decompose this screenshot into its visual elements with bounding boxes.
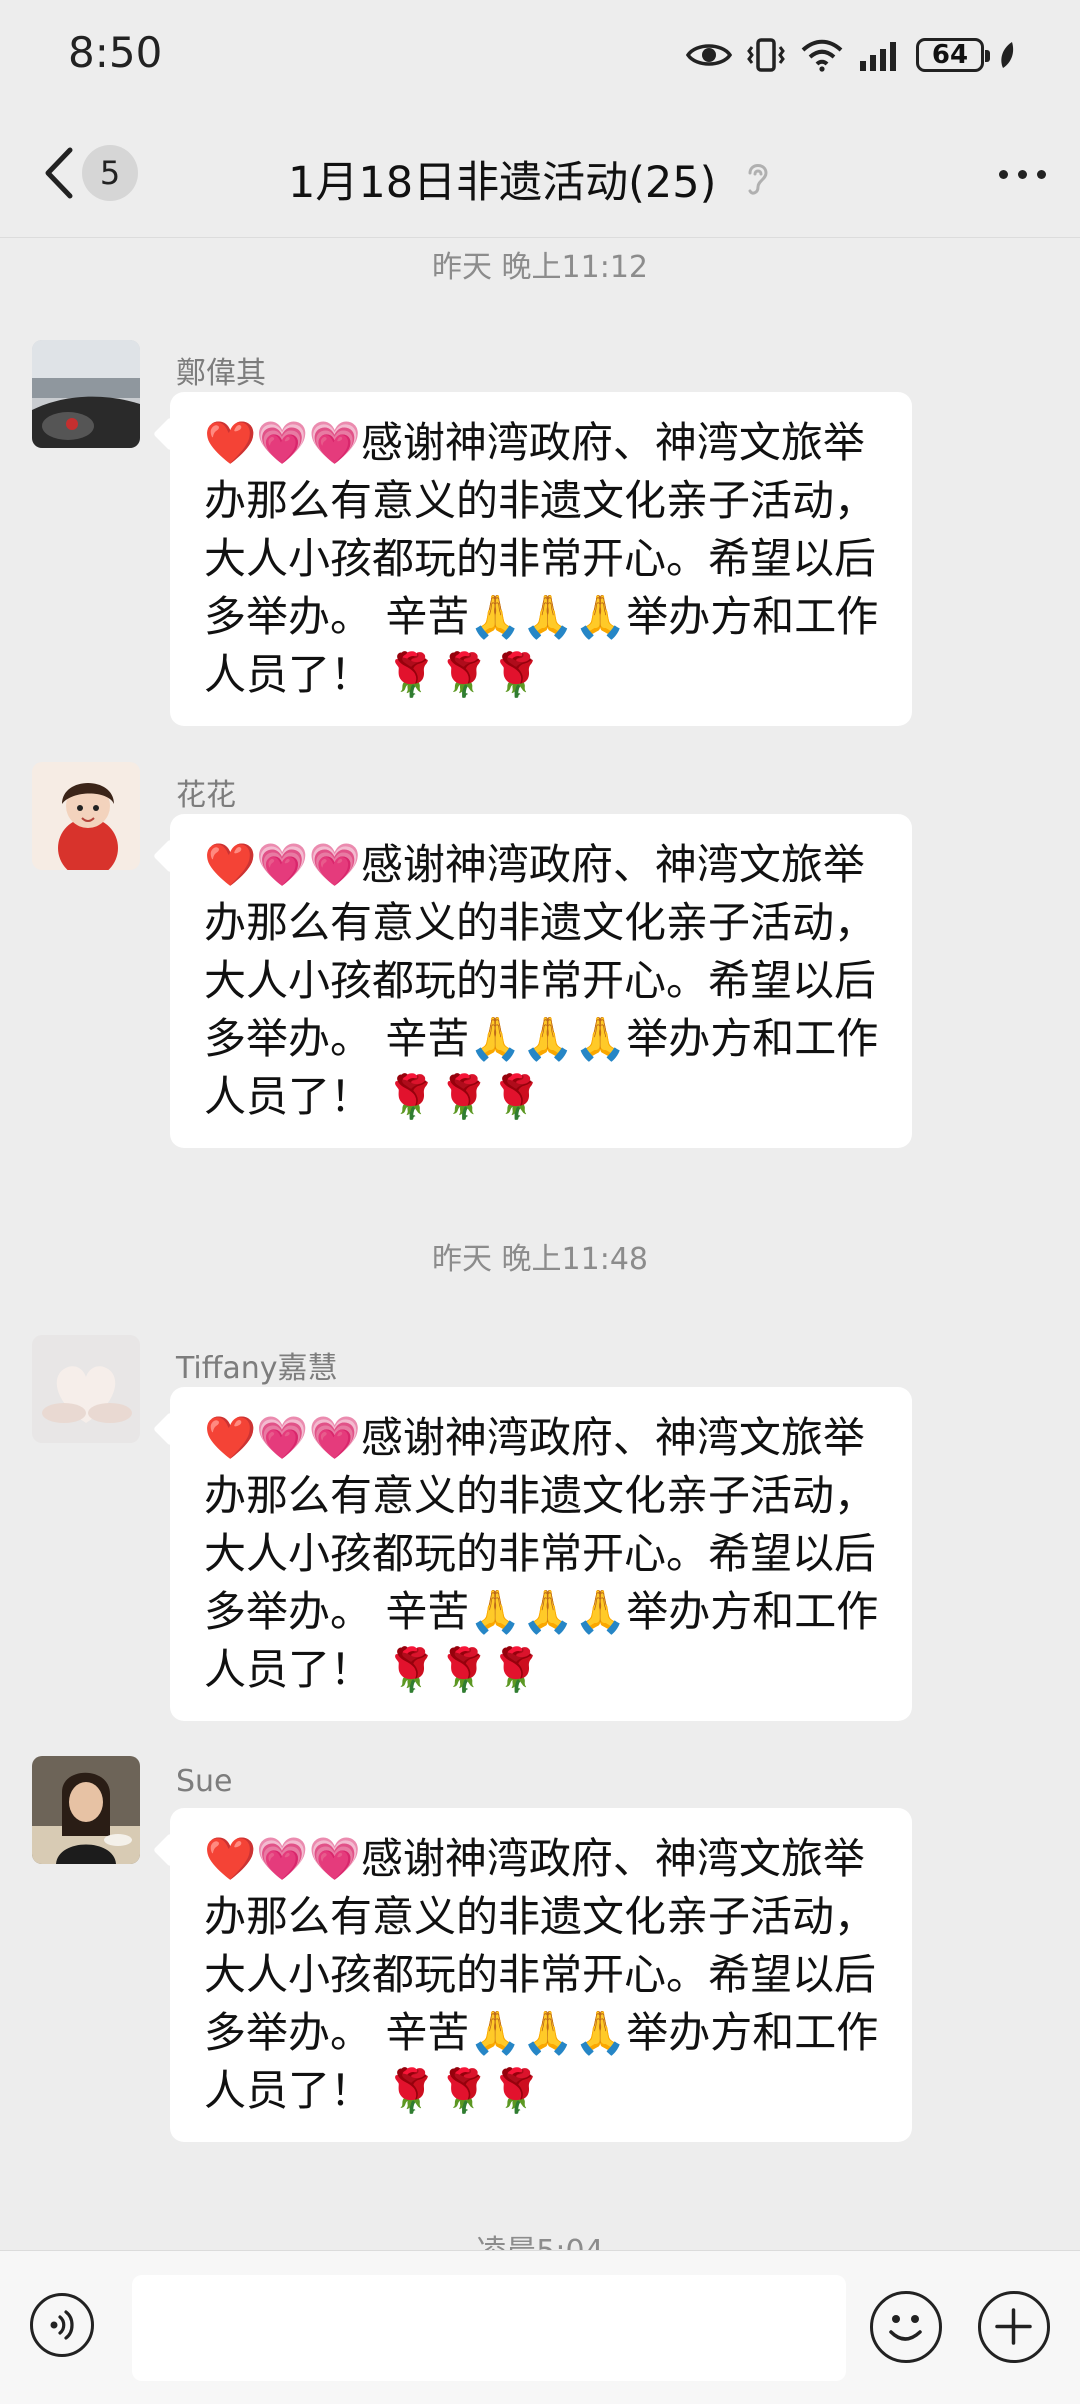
sender-name: Tiffany嘉慧 bbox=[176, 1351, 338, 1386]
ear-icon bbox=[748, 164, 768, 195]
battery-icon: 64 bbox=[916, 38, 990, 72]
message-bubble[interactable]: ❤️💗💗感谢神湾政府、神湾文旅举办那么有意义的非遗文化亲子活动，大人小孩都玩的非… bbox=[170, 392, 912, 726]
chat-timestamp: 昨天 晚上11:48 bbox=[432, 1242, 648, 1277]
input-bar bbox=[0, 2250, 1080, 2404]
more-dots-icon[interactable] bbox=[999, 170, 1046, 179]
avatar[interactable] bbox=[32, 762, 140, 870]
wifi-icon bbox=[801, 39, 843, 72]
message-text: ❤️💗💗感谢神湾政府、神湾文旅举办那么有意义的非遗文化亲子活动，大人小孩都玩的非… bbox=[204, 840, 879, 1121]
status-icons: 64 bbox=[686, 30, 1016, 80]
sender-name: 花花 bbox=[176, 778, 236, 813]
message-text: ❤️💗💗感谢神湾政府、神湾文旅举办那么有意义的非遗文化亲子活动，大人小孩都玩的非… bbox=[204, 1834, 879, 2115]
chat-timestamp: 昨天 晚上11:12 bbox=[432, 250, 648, 285]
plus-icon[interactable] bbox=[978, 2291, 1050, 2363]
sender-name: Sue bbox=[176, 1764, 233, 1799]
status-bar: 8:50 64 bbox=[0, 0, 1080, 110]
chevron-left-icon[interactable] bbox=[34, 138, 84, 208]
avatar[interactable] bbox=[32, 1335, 140, 1443]
message-bubble[interactable]: ❤️💗💗感谢神湾政府、神湾文旅举办那么有意义的非遗文化亲子活动，大人小孩都玩的非… bbox=[170, 1387, 912, 1721]
eye-icon bbox=[686, 44, 732, 66]
chat-title-area[interactable]: 1月18日非遗活动(25) bbox=[288, 148, 772, 210]
message-bubble[interactable]: ❤️💗💗感谢神湾政府、神湾文旅举办那么有意义的非遗文化亲子活动，大人小孩都玩的非… bbox=[170, 1808, 912, 2142]
more-dot bbox=[999, 170, 1008, 179]
vibrate-icon bbox=[747, 38, 785, 72]
sender-name: 鄭偉其 bbox=[176, 356, 266, 391]
avatar[interactable] bbox=[32, 1756, 140, 1864]
leaf-icon bbox=[1001, 42, 1014, 68]
more-dot bbox=[1018, 170, 1027, 179]
message-input[interactable] bbox=[132, 2275, 846, 2381]
message-bubble[interactable]: ❤️💗💗感谢神湾政府、神湾文旅举办那么有意义的非遗文化亲子活动，大人小孩都玩的非… bbox=[170, 814, 912, 1148]
voice-icon[interactable] bbox=[30, 2293, 94, 2357]
battery-level: 64 bbox=[931, 40, 969, 70]
chat-title: 1月18日非遗活动(25) bbox=[288, 158, 717, 208]
emoji-icon[interactable] bbox=[870, 2291, 942, 2363]
unread-badge[interactable]: 5 bbox=[82, 145, 138, 201]
avatar[interactable] bbox=[32, 340, 140, 448]
chat-header: 5 1月18日非遗活动(25) bbox=[0, 110, 1080, 238]
message-text: ❤️💗💗感谢神湾政府、神湾文旅举办那么有意义的非遗文化亲子活动，大人小孩都玩的非… bbox=[204, 1413, 879, 1694]
status-time: 8:50 bbox=[68, 28, 163, 77]
signal-icon bbox=[860, 42, 896, 71]
more-dot bbox=[1037, 170, 1046, 179]
message-text: ❤️💗💗感谢神湾政府、神湾文旅举办那么有意义的非遗文化亲子活动，大人小孩都玩的非… bbox=[204, 418, 879, 699]
